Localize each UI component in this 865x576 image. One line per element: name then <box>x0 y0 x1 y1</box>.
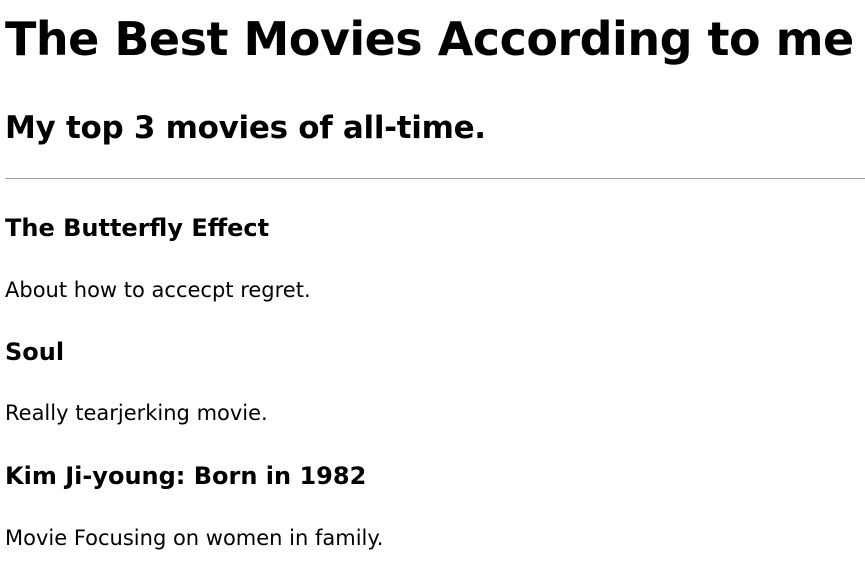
movie-description: Movie Focusing on women in family. <box>5 526 384 550</box>
movie-title: Soul <box>5 338 65 366</box>
page-title: The Best Movies According to me <box>5 12 854 66</box>
page: The Best Movies According to me My top 3… <box>0 0 865 576</box>
movie-description: About how to accecpt regret. <box>5 278 311 302</box>
movie-title: The Butterfly Effect <box>5 214 270 242</box>
page-subtitle: My top 3 movies of all-time. <box>5 110 486 146</box>
movie-title: Kim Ji-young: Born in 1982 <box>5 462 367 490</box>
divider <box>5 178 865 179</box>
movie-description: Really tearjerking movie. <box>5 401 268 425</box>
